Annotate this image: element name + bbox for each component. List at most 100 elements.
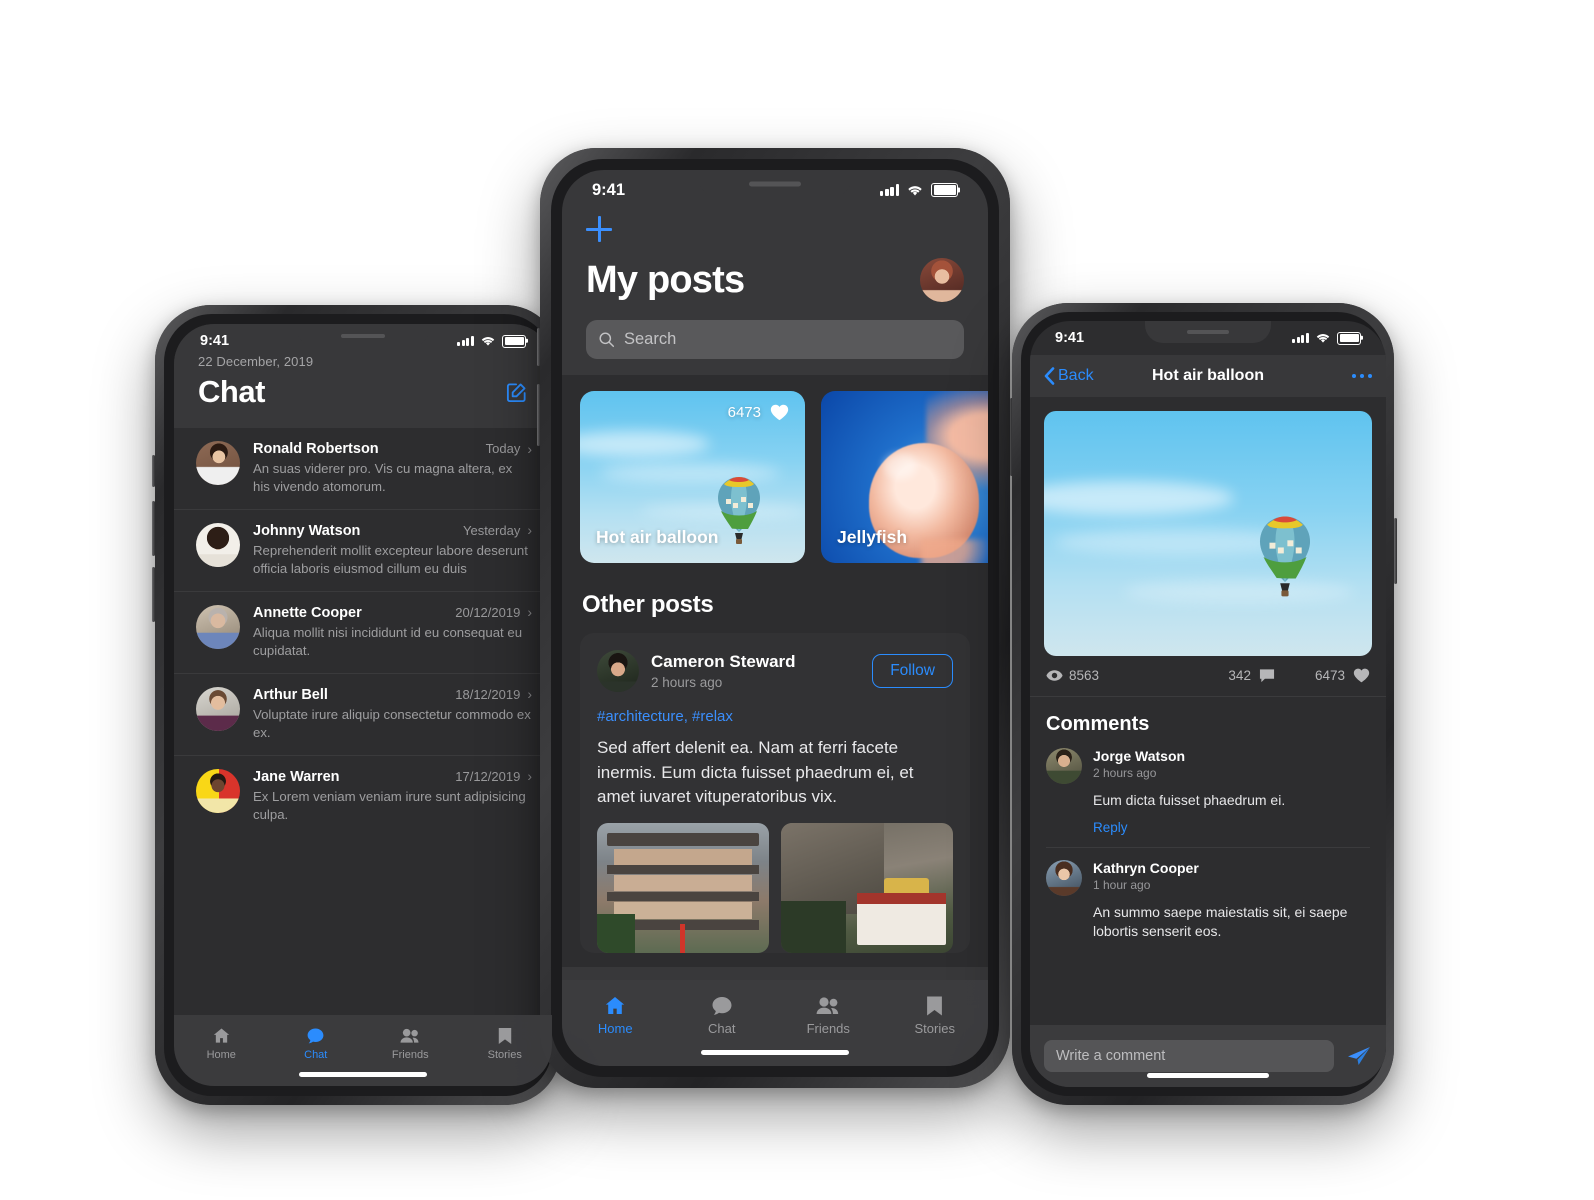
search-placeholder: Search [624,330,677,348]
tab-stories[interactable]: Stories [458,1024,553,1086]
post-tags[interactable]: #architecture, #relax [597,708,953,725]
tab-label: Friends [391,1049,429,1061]
hot-air-balloon-graphic [718,477,760,544]
page-title: My posts [586,258,745,301]
post-image-monastery[interactable] [781,822,953,953]
list-item[interactable]: Arthur Bell 18/12/2019 › Voluptate irure … [174,674,552,756]
back-button[interactable]: Back [1044,367,1094,385]
cellular-bars-icon [880,184,899,196]
avatar[interactable] [1046,748,1082,784]
more-dots-icon[interactable] [1351,373,1372,379]
section-heading-other-posts: Other posts [582,591,714,618]
send-icon[interactable] [1346,1044,1372,1068]
status-time: 9:41 [592,180,626,199]
like-count: 6473 [727,404,761,421]
comments-stat: 342 [1222,668,1275,683]
my-posts-carousel[interactable]: 6473 Hot air balloon Jellyfish [562,375,988,563]
heart-icon[interactable] [1353,668,1370,683]
message-preview: Voluptate irure aliquip consectetur comm… [253,706,531,740]
tab-label: Home [597,1021,633,1036]
reply-link[interactable]: Reply [1093,820,1370,835]
comment-input[interactable]: Write a comment [1044,1040,1334,1072]
list-item[interactable]: Ronald Robertson Today › An suas viderer … [174,428,552,510]
plus-icon[interactable] [586,216,612,242]
contact-name: Arthur Bell [253,686,328,703]
post-stats: 8563 342 6473 [1030,656,1386,697]
tab-stories[interactable]: Stories [882,992,989,1066]
tab-home[interactable]: Home [562,992,669,1066]
search-icon [599,332,615,348]
tab-home[interactable]: Home [174,1024,269,1086]
home-indicator[interactable] [1147,1073,1269,1078]
chevron-right-icon: › [527,768,532,785]
wifi-icon [1316,334,1330,343]
tab-label: Home [206,1049,236,1061]
list-item[interactable]: Annette Cooper 20/12/2019 › Aliqua mollit… [174,592,552,674]
contact-name: Ronald Robertson [253,441,379,457]
post-card-title: Hot air balloon [596,527,719,547]
comment-icon [1259,669,1275,683]
post-card: Cameron Steward 2 hours ago Follow #arch… [580,633,970,953]
avatar[interactable] [1046,859,1082,896]
post-card-jellyfish[interactable]: Jellyfish [821,391,988,563]
page-title: Chat [198,374,265,409]
post-image-pagoda[interactable] [597,822,769,953]
chevron-right-icon: › [527,522,532,539]
battery-icon [1337,331,1361,345]
home-indicator[interactable] [299,1072,427,1077]
avatar[interactable] [920,258,964,302]
phone-right-post-detail: 9:41 Back Hot air balloon 8563 342 6473 … [1012,303,1397,1105]
comment-time: 2 hours ago [1093,766,1157,780]
volume-up-button[interactable] [152,455,155,487]
avatar[interactable] [597,650,639,692]
views-count: 8563 [1069,668,1100,683]
comment-text: Eum dicta fuisset phaedrum ei. [1093,792,1286,808]
tab-label: Chat [304,1049,328,1061]
message-preview: Ex Lorem veniam veniam irure sunt adipis… [253,788,526,822]
eye-icon [1046,670,1063,681]
contact-time: Today [485,441,521,456]
feed-scroll[interactable]: 6473 Hot air balloon Jellyfish Other pos… [562,375,988,967]
contact-time: Yesterday [462,522,521,538]
status-time: 9:41 [1055,330,1085,346]
screen-post-detail: 9:41 Back Hot air balloon 8563 342 6473 … [1030,321,1386,1087]
tab-label: Chat [708,1021,736,1036]
hero-image-hot-air-balloon[interactable] [1044,411,1372,656]
navigation-bar: Back Hot air balloon [1030,355,1386,397]
avatar [196,441,240,485]
comment-author: Kathryn Cooper [1093,859,1199,876]
power-button[interactable] [1394,518,1397,584]
volume-down-button[interactable] [537,384,540,446]
post-author: Cameron Steward [651,652,796,671]
cellular-bars-icon [457,336,474,346]
chevron-left-icon [1044,367,1055,385]
contact-name: Jane Warren [253,768,340,785]
post-card-hot-air-balloon[interactable]: 6473 Hot air balloon [580,391,805,563]
home-icon [213,1028,229,1043]
volume-down-button[interactable] [152,501,155,556]
views-stat: 8563 [1046,668,1105,683]
like-count-group: 6473 [728,404,789,421]
post-text: Sed affert delenit ea. Nam at ferri face… [597,738,914,807]
friends-icon [400,1028,419,1043]
status-bar: 9:41 [1030,321,1386,355]
list-item[interactable]: Jane Warren 17/12/2019 › Ex Lorem veniam … [174,756,552,824]
mute-switch[interactable] [152,567,155,622]
chevron-right-icon: › [527,440,532,457]
search-input[interactable]: Search [586,320,964,359]
conversation-list[interactable]: Ronald Robertson Today › An suas viderer … [174,428,552,824]
heart-icon[interactable] [770,404,789,421]
compose-icon[interactable] [505,381,528,404]
bookmark-icon [498,1028,511,1044]
comment-time: 1 hour ago [1093,877,1151,892]
chat-icon [307,1028,324,1044]
follow-button[interactable]: Follow [872,654,953,688]
status-bar: 9:41 [562,170,988,210]
home-indicator[interactable] [701,1050,849,1055]
list-item[interactable]: Johnny Watson Yesterday › Reprehenderit m… [174,510,552,592]
tab-label: Stories [914,1021,955,1036]
contact-time: 18/12/2019 [455,686,521,702]
wifi-icon [908,185,922,195]
detail-body[interactable]: 8563 342 6473 Comments Jorge Watson 2 ho… [1030,397,1386,1087]
tab-label: Stories [487,1049,522,1061]
